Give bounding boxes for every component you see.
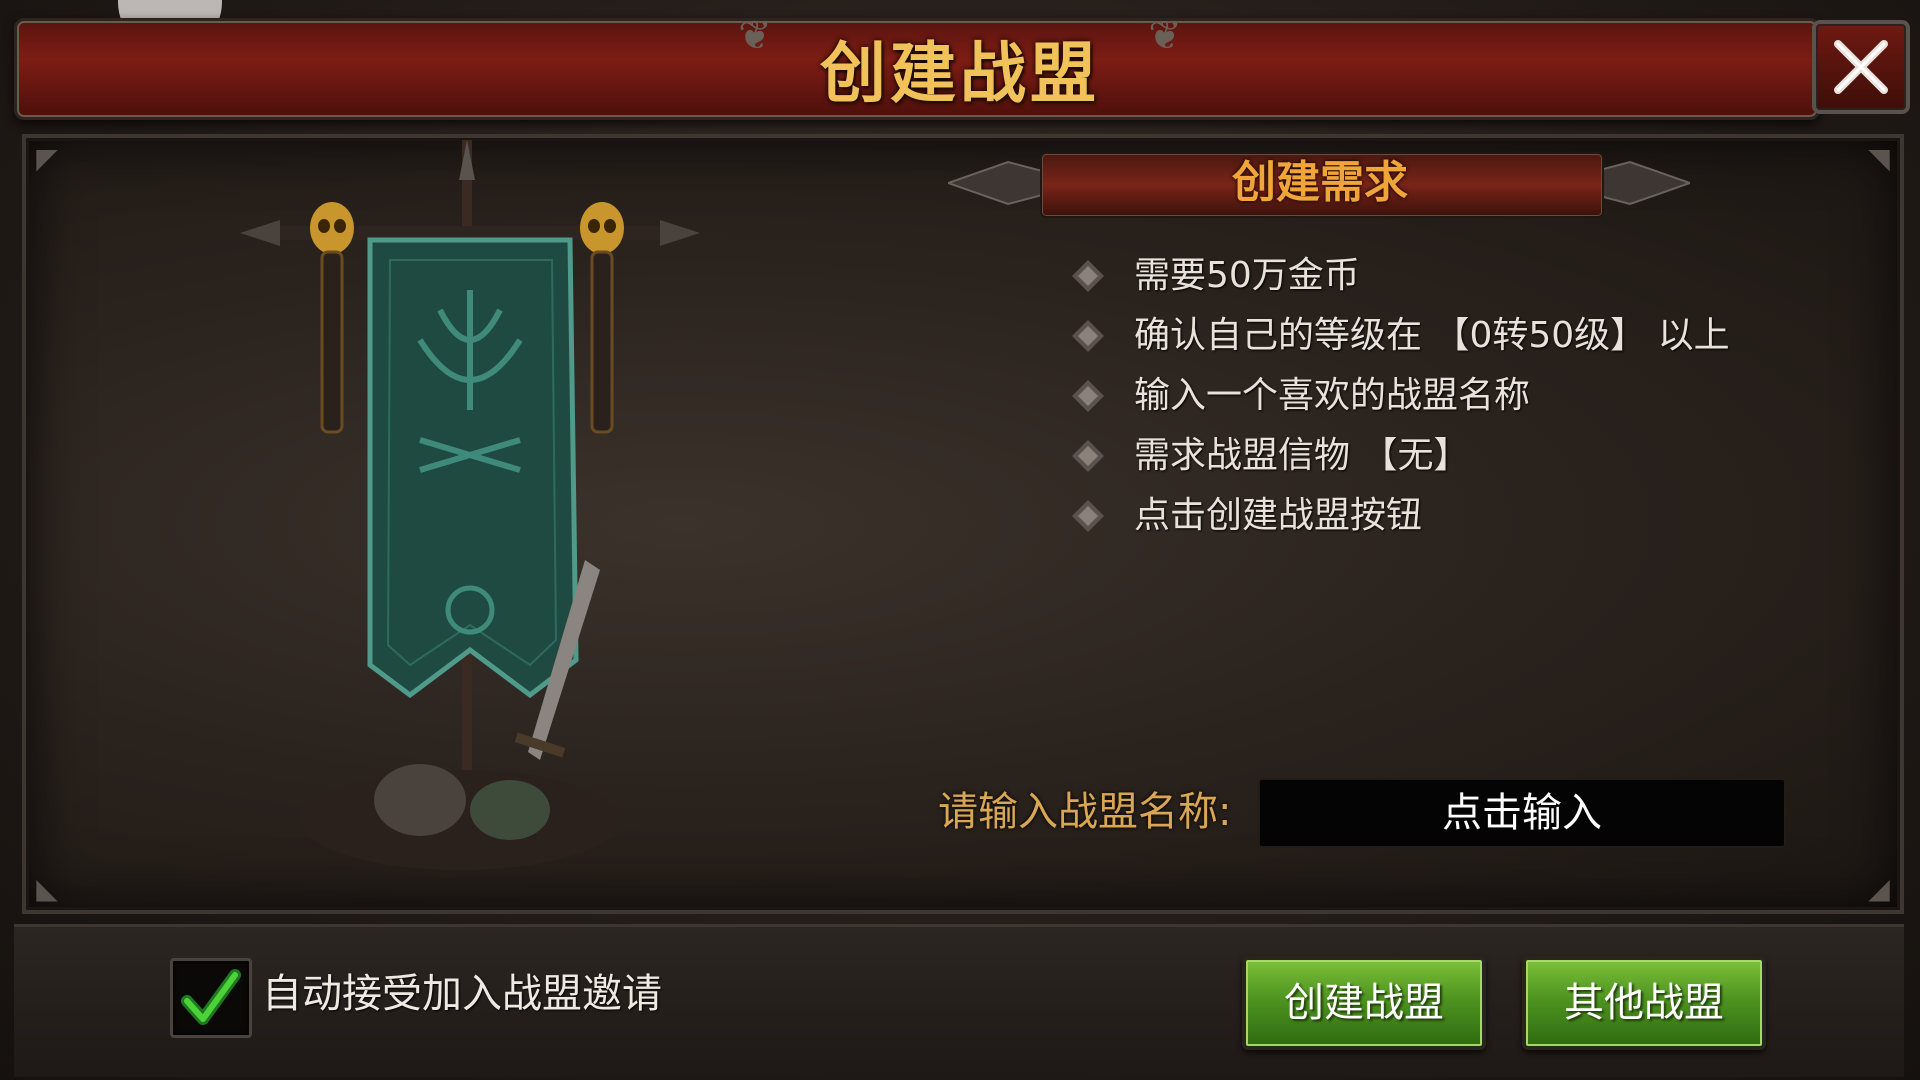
diamond-bullet-icon: [1072, 320, 1104, 352]
guild-name-label: 请输入战盟名称:: [938, 789, 1232, 835]
list-item: 点击创建战盟按钮: [1070, 486, 1770, 546]
diamond-bullet-icon: [1072, 380, 1104, 412]
skull-left-icon: [310, 202, 354, 254]
requirement-text: 需要50万金币: [1134, 255, 1360, 296]
list-item: 输入一个喜欢的战盟名称: [1070, 366, 1770, 426]
corner-ornament-icon: ◣: [36, 872, 58, 905]
checkmark-icon: [181, 969, 241, 1025]
diamond-bullet-icon: [1072, 440, 1104, 472]
diamond-bullet-icon: [1072, 260, 1104, 292]
list-item: 需求战盟信物 【无】: [1070, 426, 1770, 486]
list-item: 确认自己的等级在 【0转50级】 以上: [1070, 306, 1770, 366]
corner-ornament-icon: ◤: [36, 142, 58, 175]
requirements-list: 需要50万金币 确认自己的等级在 【0转50级】 以上 输入一个喜欢的战盟名称 …: [1070, 246, 1770, 546]
auto-accept-label[interactable]: 自动接受加入战盟邀请: [262, 964, 662, 1024]
requirement-text: 点击创建战盟按钮: [1134, 495, 1423, 536]
guild-banner-illustration: [240, 140, 700, 870]
requirement-text: 确认自己的等级在 【0转50级】 以上: [1134, 315, 1730, 356]
guild-name-input[interactable]: 点击输入: [1258, 778, 1786, 848]
create-guild-button[interactable]: 创建战盟: [1242, 956, 1486, 1050]
dialog-title: 创建战盟: [820, 35, 1100, 112]
auto-accept-checkbox[interactable]: [170, 958, 252, 1038]
diamond-bullet-icon: [1072, 500, 1104, 532]
corner-ornament-icon: ◥: [1868, 142, 1890, 175]
skull-right-icon: [580, 202, 624, 254]
list-item: 需要50万金币: [1070, 246, 1770, 306]
dialog-frame: ❦ ❦ 创建战盟 ◤ ◥ ◣ ◢ 创建需求 需要50万金币 确认自己的等级在 【…: [0, 0, 1920, 1080]
close-x-icon: [1834, 40, 1888, 94]
close-button[interactable]: [1812, 20, 1910, 114]
corner-ornament-icon: ◢: [1868, 872, 1890, 905]
other-guilds-button[interactable]: 其他战盟: [1522, 956, 1766, 1050]
requirement-text: 需求战盟信物 【无】: [1134, 435, 1470, 476]
requirement-text: 输入一个喜欢的战盟名称: [1134, 375, 1531, 416]
requirements-title: 创建需求: [1232, 157, 1408, 208]
